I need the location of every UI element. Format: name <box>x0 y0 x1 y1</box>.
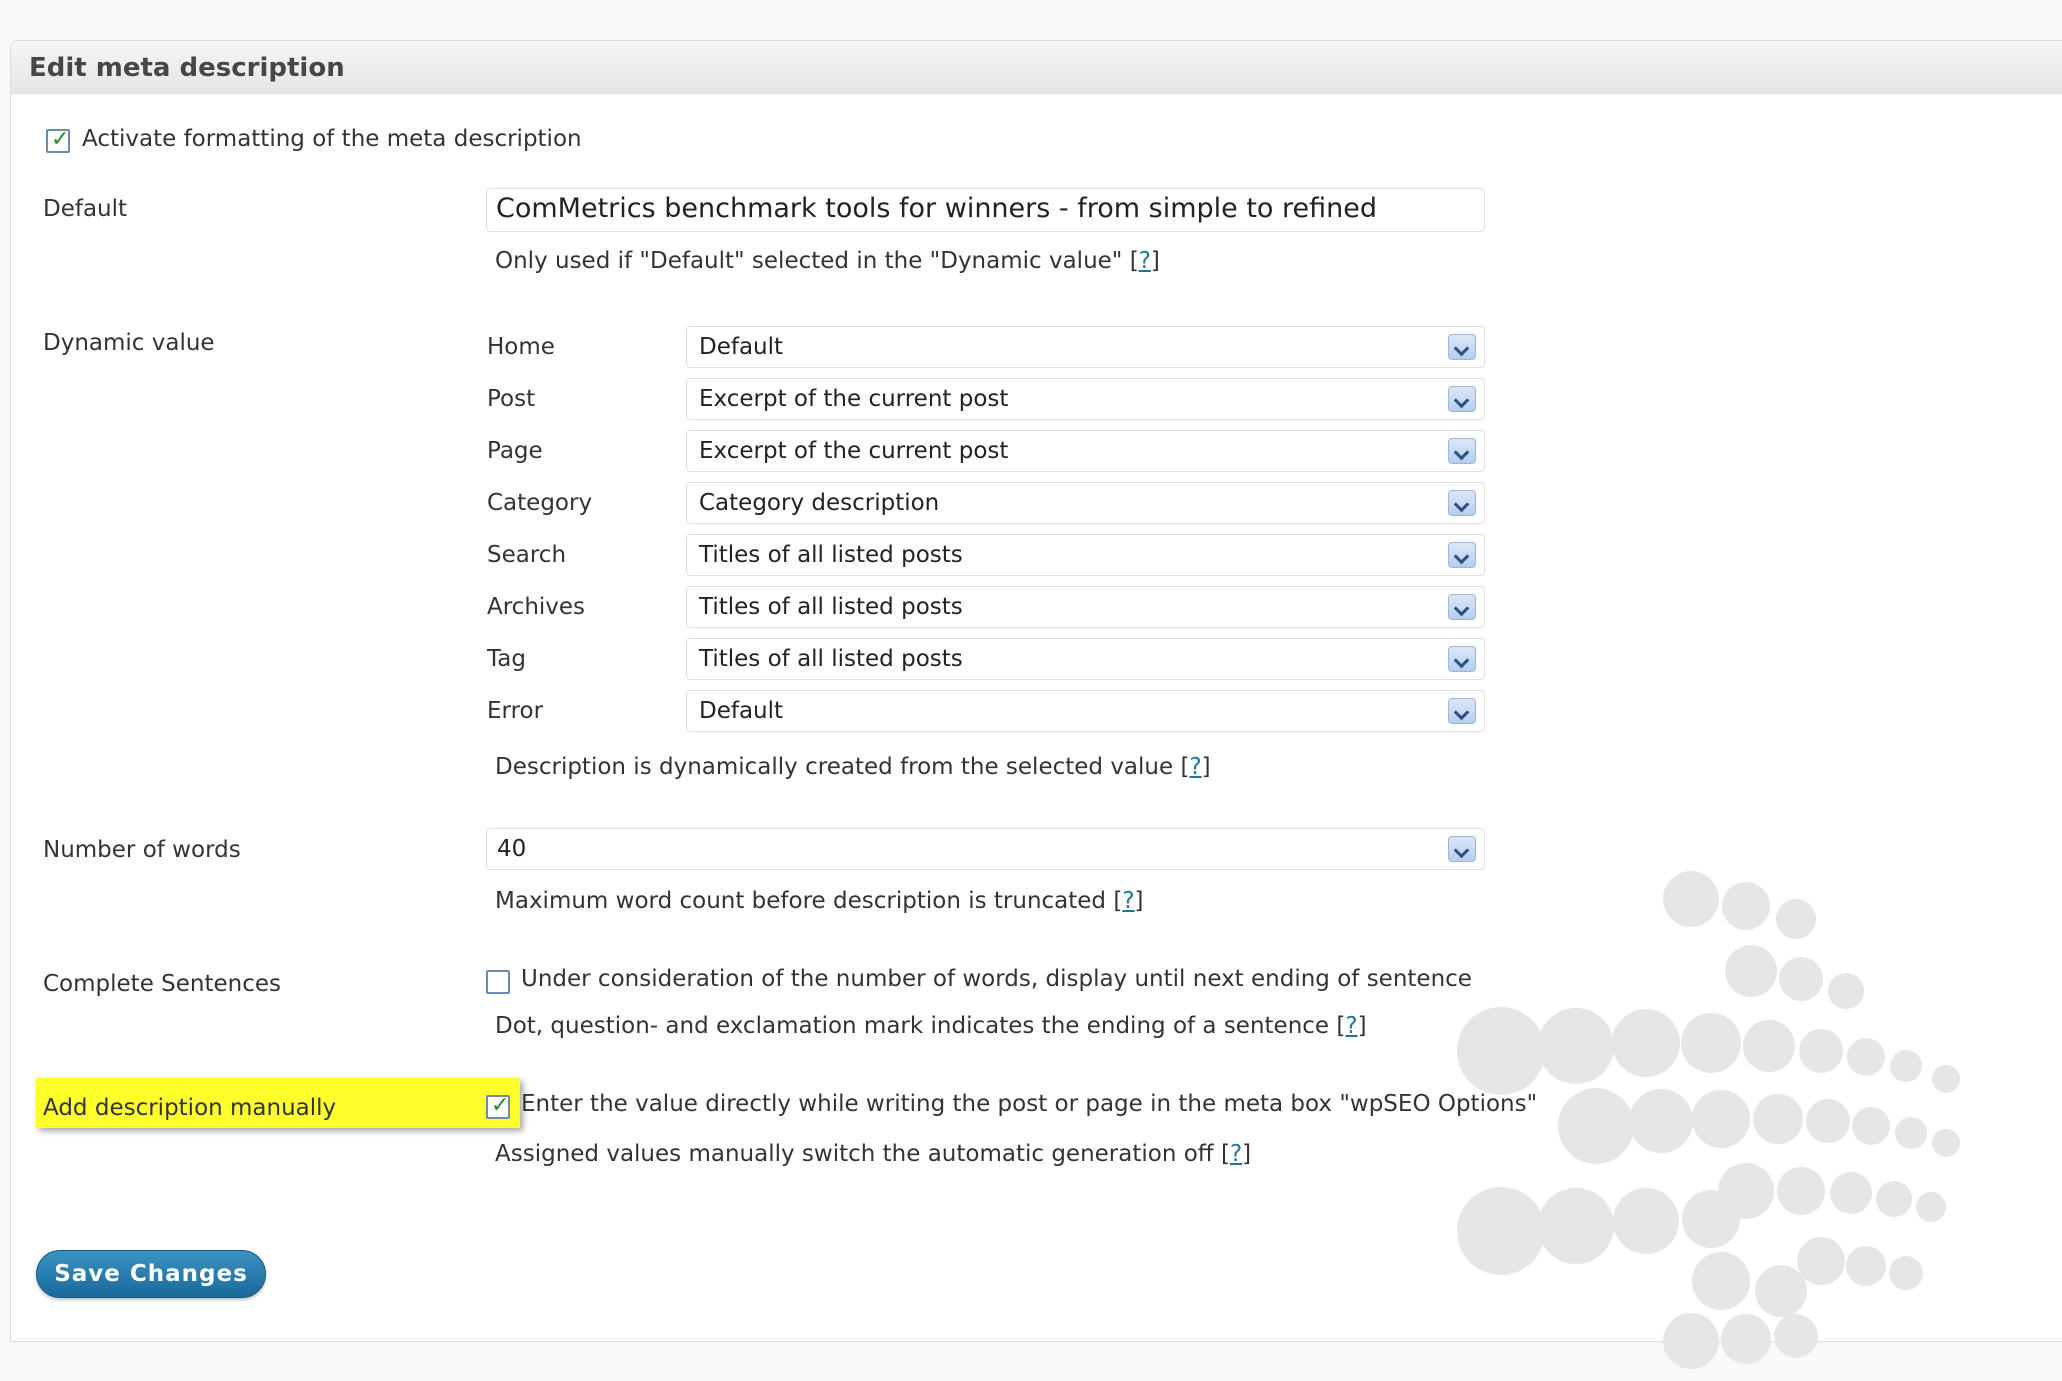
words-label: Number of words <box>43 837 241 863</box>
activate-label: Activate formatting of the meta descript… <box>82 126 582 152</box>
panel-header: Edit meta description <box>11 41 2062 94</box>
default-note: Only used if "Default" selected in the "… <box>495 248 1160 274</box>
manual-checkbox[interactable]: ✓ <box>486 1093 510 1119</box>
activate-checkbox[interactable]: ✓ <box>46 127 70 153</box>
select-archives[interactable]: Titles of all listed posts <box>686 586 1485 628</box>
manual-note: Assigned values manually switch the auto… <box>495 1141 1252 1167</box>
chevron-down-icon[interactable] <box>1448 386 1476 412</box>
manual-label: Add description manually <box>43 1095 337 1121</box>
words-select-value: 40 <box>497 836 527 862</box>
dynamic-row-label-category: Category <box>487 490 593 516</box>
select-post-value: Excerpt of the current post <box>699 386 1009 412</box>
chevron-down-icon[interactable] <box>1448 490 1476 516</box>
words-help-link[interactable]: ? <box>1122 888 1134 914</box>
select-error-value: Default <box>699 698 784 724</box>
select-search[interactable]: Titles of all listed posts <box>686 534 1485 576</box>
words-note-text: Maximum word count before description is… <box>495 888 1107 914</box>
select-page[interactable]: Excerpt of the current post <box>686 430 1485 472</box>
chevron-down-icon[interactable] <box>1448 836 1476 862</box>
sentences-checkbox-label: Under consideration of the number of wor… <box>521 966 1472 992</box>
sentences-note-text: Dot, question- and exclamation mark indi… <box>495 1013 1330 1039</box>
manual-help-link[interactable]: ? <box>1230 1141 1242 1167</box>
select-search-value: Titles of all listed posts <box>699 542 963 568</box>
save-changes-button[interactable]: Save Changes <box>36 1250 266 1298</box>
dynamic-row-label-page: Page <box>487 438 543 464</box>
default-label: Default <box>43 196 128 222</box>
select-post[interactable]: Excerpt of the current post <box>686 378 1485 420</box>
dynamic-row-label-archives: Archives <box>487 594 586 620</box>
background-logo-dots <box>1457 871 1960 1369</box>
select-tag[interactable]: Titles of all listed posts <box>686 638 1485 680</box>
dynamic-note-text: Description is dynamically created from … <box>495 754 1174 780</box>
chevron-down-icon[interactable] <box>1448 594 1476 620</box>
check-icon: ✓ <box>491 1093 510 1118</box>
select-archives-value: Titles of all listed posts <box>699 594 963 620</box>
chevron-down-icon[interactable] <box>1448 438 1476 464</box>
select-category[interactable]: Category description <box>686 482 1485 524</box>
manual-checkbox-label: Enter the value directly while writing t… <box>521 1091 1538 1117</box>
select-home[interactable]: Default <box>686 326 1485 368</box>
dynamic-row-label-post: Post <box>487 386 536 412</box>
select-category-value: Category description <box>699 490 940 516</box>
sentences-help-link[interactable]: ? <box>1345 1013 1357 1039</box>
chevron-down-icon[interactable] <box>1448 646 1476 672</box>
default-note-text: Only used if "Default" selected in the "… <box>495 248 1123 274</box>
default-input[interactable]: ComMetrics benchmark tools for winners -… <box>486 188 1485 232</box>
words-note: Maximum word count before description is… <box>495 888 1144 914</box>
chevron-down-icon[interactable] <box>1448 698 1476 724</box>
dynamic-label: Dynamic value <box>43 330 215 356</box>
page-frame: Edit meta description ✓ Activate formatt… <box>0 0 2062 1369</box>
sentences-label: Complete Sentences <box>43 971 282 997</box>
dynamic-row-label-error: Error <box>487 698 544 724</box>
dynamic-row-label-home: Home <box>487 334 555 360</box>
default-help-link[interactable]: ? <box>1139 248 1151 274</box>
manual-note-text: Assigned values manually switch the auto… <box>495 1141 1214 1167</box>
dynamic-help-link[interactable]: ? <box>1189 754 1201 780</box>
dynamic-note: Description is dynamically created from … <box>495 754 1211 780</box>
sentences-note: Dot, question- and exclamation mark indi… <box>495 1013 1367 1039</box>
dynamic-row-label-tag: Tag <box>487 646 526 672</box>
select-page-value: Excerpt of the current post <box>699 438 1009 464</box>
check-icon: ✓ <box>51 127 70 152</box>
sentences-checkbox[interactable] <box>486 970 510 994</box>
dynamic-row-label-search: Search <box>487 542 567 568</box>
words-select[interactable]: 40 <box>486 828 1485 870</box>
chevron-down-icon[interactable] <box>1448 334 1476 360</box>
chevron-down-icon[interactable] <box>1448 542 1476 568</box>
panel-title: Edit meta description <box>29 53 345 83</box>
select-tag-value: Titles of all listed posts <box>699 646 963 672</box>
select-home-value: Default <box>699 334 784 360</box>
select-error[interactable]: Default <box>686 690 1485 732</box>
